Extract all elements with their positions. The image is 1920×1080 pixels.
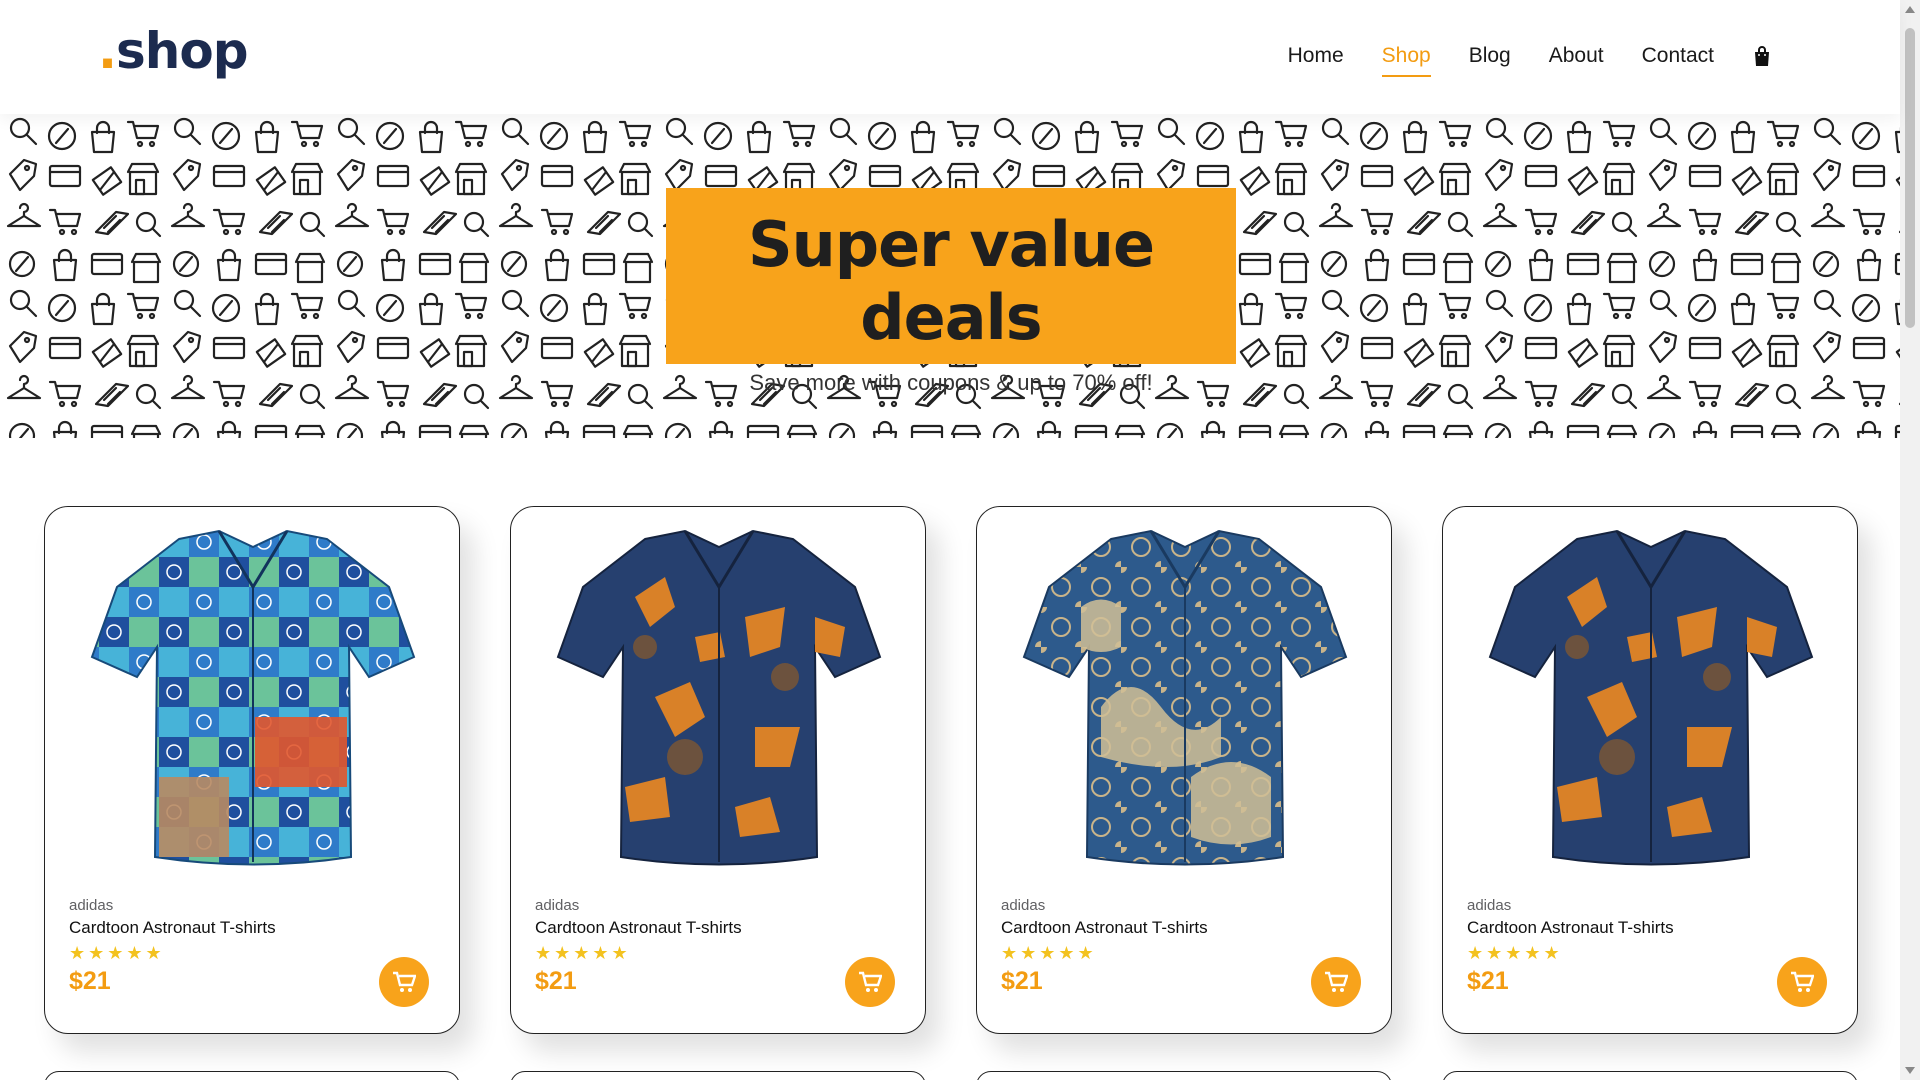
add-to-cart-button[interactable]	[1777, 957, 1827, 1007]
main-nav: Home Shop Blog About Contact	[1250, 44, 1772, 77]
add-to-cart-button[interactable]	[845, 957, 895, 1007]
add-to-cart-button[interactable]	[379, 957, 429, 1007]
product-name[interactable]: Cardtoon Astronaut T-shirts	[1467, 918, 1674, 938]
product-image[interactable]	[1467, 527, 1835, 873]
product-card-partial[interactable]	[1442, 1071, 1858, 1080]
hero-title: Super value deals	[747, 208, 1155, 354]
cart-icon	[1791, 971, 1814, 992]
nav-home[interactable]: Home	[1288, 44, 1344, 68]
product-card[interactable]: adidas Cardtoon Astronaut T-shirts ★★★★★…	[1442, 506, 1858, 1034]
shopping-bag-icon[interactable]	[1752, 45, 1772, 67]
product-brand: adidas	[1001, 897, 1046, 914]
rating-stars: ★★★★★	[535, 943, 631, 963]
product-name[interactable]: Cardtoon Astronaut T-shirts	[1001, 918, 1208, 938]
hero-subtitle: Save more with coupons & up to 70% off!	[749, 370, 1153, 395]
product-price: $21	[535, 967, 577, 995]
product-card-partial[interactable]	[44, 1071, 460, 1080]
logo-dot: .	[98, 22, 117, 80]
nav-about[interactable]: About	[1549, 44, 1604, 68]
product-brand: adidas	[535, 897, 580, 914]
product-brand: adidas	[1467, 897, 1512, 914]
product-card[interactable]: adidas Cardtoon Astronaut T-shirts ★★★★★…	[976, 506, 1392, 1034]
product-price: $21	[1467, 967, 1509, 995]
product-price: $21	[1001, 967, 1043, 995]
product-name[interactable]: Cardtoon Astronaut T-shirts	[69, 918, 276, 938]
hero-banner: Super value deals Save more with coupons…	[0, 114, 1900, 438]
scroll-down-arrow-icon[interactable]	[1905, 1067, 1915, 1074]
rating-stars: ★★★★★	[1467, 943, 1563, 963]
product-card-partial[interactable]	[976, 1071, 1392, 1080]
product-name[interactable]: Cardtoon Astronaut T-shirts	[535, 918, 742, 938]
rating-stars: ★★★★★	[1001, 943, 1097, 963]
logo-text: shop	[116, 22, 248, 80]
cart-icon	[393, 971, 416, 992]
cart-icon	[859, 971, 882, 992]
product-brand: adidas	[69, 897, 114, 914]
product-price: $21	[69, 967, 111, 995]
product-card-partial[interactable]	[510, 1071, 926, 1080]
scroll-thumb[interactable]	[1905, 28, 1915, 328]
scroll-up-arrow-icon[interactable]	[1905, 6, 1915, 13]
vertical-scrollbar[interactable]	[1900, 0, 1920, 1080]
rating-stars: ★★★★★	[69, 943, 165, 963]
nav-shop[interactable]: Shop	[1381, 44, 1431, 77]
product-card[interactable]: adidas Cardtoon Astronaut T-shirts ★★★★★…	[510, 506, 926, 1034]
nav-contact[interactable]: Contact	[1642, 44, 1714, 68]
product-image[interactable]	[1001, 527, 1369, 873]
shop-page: .shop Home Shop Blog About Contact Super…	[0, 0, 1920, 1080]
logo[interactable]: .shop	[98, 22, 248, 80]
add-to-cart-button[interactable]	[1311, 957, 1361, 1007]
hero-callout: Super value deals Save more with coupons…	[666, 188, 1236, 395]
product-card[interactable]: adidas Cardtoon Astronaut T-shirts ★★★★★…	[44, 506, 460, 1034]
nav-blog[interactable]: Blog	[1469, 44, 1511, 68]
product-image[interactable]	[69, 527, 437, 873]
cart-icon	[1325, 971, 1348, 992]
product-image[interactable]	[535, 527, 903, 873]
site-header: .shop Home Shop Blog About Contact	[0, 0, 1900, 114]
